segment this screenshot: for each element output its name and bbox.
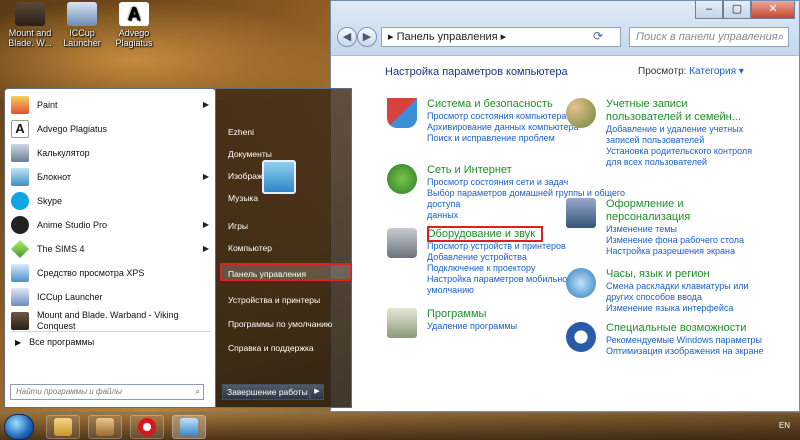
sims-icon [11,240,29,258]
forward-button[interactable]: ▶ [357,27,377,47]
advego-icon: A [11,120,29,138]
place-devices-printers[interactable]: Устройства и принтеры [226,291,344,309]
maximize-button[interactable]: ▢ [723,1,751,19]
control-panel-icon [180,418,198,436]
place-user[interactable]: Ezheni [226,123,344,141]
program-advego[interactable]: A Advego Plagiatus [11,117,211,141]
start-menu-places: Ezheni Документы Изображения Музыка Игры… [216,88,352,408]
start-button[interactable] [4,414,34,440]
taskbar-app[interactable] [88,415,122,439]
category-appearance: Оформление и персонализация Изменение те… [566,198,766,257]
iccup-desktop-icon[interactable]: ICCup Launcher [52,2,112,48]
program-xps-viewer[interactable]: Средство просмотра XPS [11,261,211,285]
paint-icon [11,96,29,114]
close-button[interactable]: ✕ [751,1,795,19]
opera-icon [138,418,156,436]
place-games[interactable]: Игры [226,217,344,235]
printer-icon [387,228,417,258]
mount-blade-icon [11,312,29,330]
control-panel-titlebar: – ▢ ✕ ◀ ▶ ▸ Панель управления ▸ ⟳ Поиск … [331,1,799,56]
arrow-right-icon: ▶ [15,338,22,347]
clock-globe-icon [566,268,596,298]
program-mount-blade[interactable]: Mount and Blade. Warband - Viking Conque… [11,309,211,333]
address-bar[interactable]: ▸ Панель управления ▸ [381,27,621,47]
window-buttons: – ▢ ✕ [695,1,795,19]
search-input[interactable]: Поиск в панели управления ⌕ [629,27,789,47]
place-help-support[interactable]: Справка и поддержка [226,339,344,357]
xps-icon [11,264,29,282]
category-clock-region: Часы, язык и регион Смена раскладки клав… [566,268,766,314]
folder-icon [54,418,72,436]
calculator-icon [11,144,29,162]
app-icon [96,418,114,436]
program-iccup[interactable]: ICCup Launcher [11,285,211,309]
program-anime-studio[interactable]: Anime Studio Pro ▶ [11,213,211,237]
program-calculator[interactable]: Калькулятор [11,141,211,165]
highlight-hardware-sound [427,226,543,242]
page-title: Настройка параметров компьютера [385,66,568,78]
place-control-panel[interactable]: Панель управления [220,263,352,281]
start-search-input[interactable]: Найти программы и файлы ⌕ [10,384,204,400]
notepad-icon [11,168,29,186]
iccup-icon [67,2,97,26]
view-selector[interactable]: Просмотр: Категория ▾ [638,66,744,77]
separator [11,331,211,332]
shutdown-options-button[interactable]: ▶ [310,384,324,400]
shield-icon [387,98,417,128]
place-computer[interactable]: Компьютер [226,239,344,257]
category-network: Сеть и Интернет Просмотр состояния сети … [387,164,627,221]
search-icon: ⌕ [777,31,784,43]
start-menu-programs: Paint ▶ A Advego Plagiatus Калькулятор Бло… [4,88,216,408]
place-default-programs[interactable]: Программы по умолчанию [226,315,344,333]
category-system-security: Система и безопасность Просмотр состояни… [387,98,627,144]
programs-icon [387,308,417,338]
skype-icon [11,192,29,210]
start-menu: Paint ▶ A Advego Plagiatus Калькулятор Бло… [0,88,352,412]
anime-studio-icon [11,216,29,234]
advego-icon: A [119,2,149,26]
refresh-icon[interactable]: ⟳ [593,29,603,43]
taskbar-opera[interactable] [130,415,164,439]
advego-desktop-icon[interactable]: A Advego Plagiatus [104,2,164,48]
search-icon: ⌕ [195,387,200,396]
mount-blade-icon [15,2,45,26]
network-globe-icon [387,164,417,194]
taskbar-explorer[interactable] [46,415,80,439]
iccup-icon [11,288,29,306]
language-indicator[interactable]: EN [779,421,790,430]
program-sims4[interactable]: The SIMS 4 ▶ [11,237,211,261]
all-programs-button[interactable]: ▶ Все программы [15,337,94,347]
shutdown-button[interactable]: Завершение работы [222,384,310,400]
accessibility-icon [566,322,596,352]
avatar [262,160,296,194]
program-paint[interactable]: Paint ▶ [11,93,211,117]
taskbar-control-panel[interactable] [172,415,206,439]
appearance-icon [566,198,596,228]
back-button[interactable]: ◀ [337,27,357,47]
category-user-accounts: Учетные записи пользователей и семейн...… [566,98,766,168]
users-icon [566,98,596,128]
taskbar: EN [0,412,800,440]
minimize-button[interactable]: – [695,1,723,19]
mount-blade-desktop-icon[interactable]: Mount and Blade. W... [0,2,60,48]
category-programs: Программы Удаление программы [387,308,627,338]
program-skype[interactable]: Skype [11,189,211,213]
program-notepad[interactable]: Блокнот ▶ [11,165,211,189]
